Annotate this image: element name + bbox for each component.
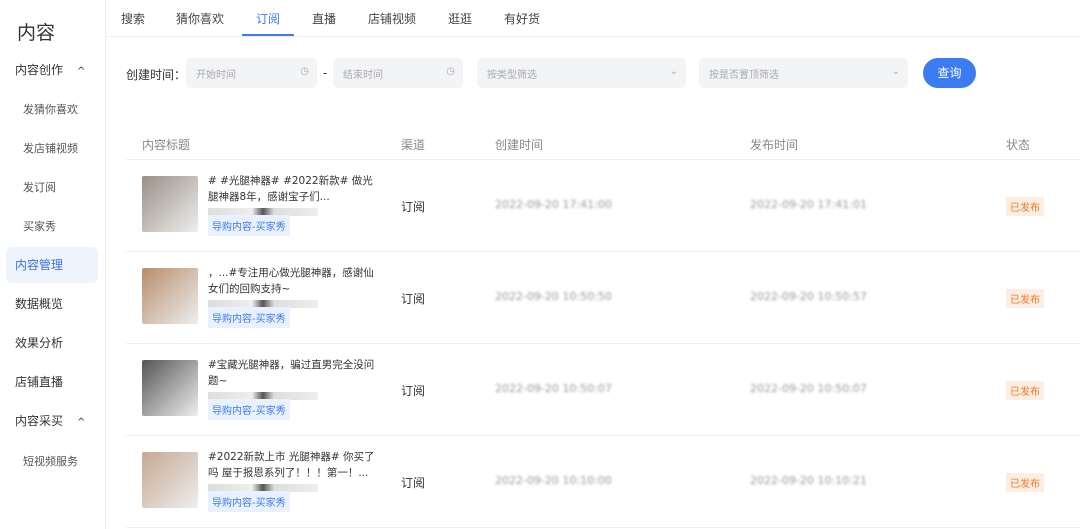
- header-published: 发布时间: [750, 138, 799, 152]
- content-type-tag: 导购内容-买家秀: [208, 399, 290, 420]
- sidebar-item-effect-analysis[interactable]: 效果分析: [6, 325, 98, 361]
- table-row[interactable]: #2022新款上市 光腿神器# 你买了吗 屋于报恩系列了！！！第一！... 导购…: [126, 436, 1080, 526]
- published-time: 2022-09-20 17:41:01: [750, 198, 867, 211]
- table-row[interactable]: #宝藏光腿神器，骗过直男完全没问题~ 导购内容-买家秀 订阅 2022-09-2…: [126, 344, 1080, 434]
- content-title[interactable]: #2022新款上市 光腿神器# 你买了吗 屋于报恩系列了！！！第一！...: [208, 449, 378, 492]
- content-thumbnail[interactable]: [142, 176, 198, 232]
- tab-search[interactable]: 搜索: [121, 10, 145, 27]
- tab-guess-like[interactable]: 猜你喜欢: [176, 10, 224, 27]
- status-badge: 已发布: [1006, 197, 1044, 216]
- published-time: 2022-09-20 10:50:07: [750, 382, 867, 395]
- sidebar-item-shop-live[interactable]: 店铺直播: [6, 364, 98, 400]
- title-text: #宝藏光腿神器，骗过直男完全没问题~: [208, 359, 375, 387]
- sidebar-item-content-management[interactable]: 内容管理: [6, 247, 98, 283]
- clock-icon: ◷: [446, 66, 455, 77]
- pinned-filter-select[interactable]: 按是否置顶筛选 ⌄: [699, 58, 908, 88]
- type-filter-select[interactable]: 按类型筛选 ⌄: [477, 58, 686, 88]
- content-type-tag: 导购内容-买家秀: [208, 491, 290, 512]
- content-type-tag: 导购内容-买家秀: [208, 307, 290, 328]
- sidebar-item-guess-like[interactable]: 发猜你喜欢: [6, 92, 98, 128]
- header-title: 内容标题: [142, 138, 191, 152]
- tab-bar: 搜索 猜你喜欢 订阅 直播 店铺视频 逛逛 有好货: [106, 0, 1080, 37]
- created-time: 2022-09-20 10:10:00: [495, 474, 612, 487]
- created-time: 2022-09-20 17:41:00: [495, 198, 612, 211]
- content-thumbnail[interactable]: [142, 268, 198, 324]
- created-time: 2022-09-20 10:50:07: [495, 382, 612, 395]
- sidebar: 内容 内容创作 ^ 发猜你喜欢 发店铺视频 发订阅 买家秀 内容管理 数据概览 效…: [0, 0, 106, 529]
- content-thumbnail[interactable]: [142, 360, 198, 416]
- status-badge: 已发布: [1006, 289, 1044, 308]
- tab-live[interactable]: 直播: [312, 10, 336, 27]
- status-badge: 已发布: [1006, 473, 1044, 492]
- query-button[interactable]: 查询: [923, 58, 976, 88]
- tab-shop-video[interactable]: 店铺视频: [368, 10, 416, 27]
- tab-stroll[interactable]: 逛逛: [448, 10, 472, 27]
- end-time-input[interactable]: 结束时间 ◷: [333, 58, 463, 88]
- sidebar-item-content-creation[interactable]: 内容创作 ^: [6, 52, 98, 88]
- created-time: 2022-09-20 10:50:50: [495, 290, 612, 303]
- channel: 订阅: [401, 200, 426, 214]
- published-time: 2022-09-20 10:10:21: [750, 474, 867, 487]
- placeholder: 结束时间: [343, 70, 383, 81]
- title-text: # #光腿神器# #2022新款# 做光腿神器8年，感谢宝子们...: [208, 175, 373, 203]
- table-row[interactable]: ，...#专注用心做光腿神器，感谢仙女们的回购支持~ 导购内容-买家秀 订阅 2…: [126, 252, 1080, 342]
- clock-icon: ◷: [300, 66, 309, 77]
- placeholder: 按类型筛选: [487, 70, 537, 81]
- created-time-label: 创建时间：: [126, 68, 187, 82]
- divider: [126, 527, 1080, 528]
- header-channel: 渠道: [401, 138, 426, 152]
- chevron-down-icon: ⌄: [891, 66, 900, 77]
- chevron-down-icon: ⌄: [669, 66, 678, 77]
- content-title[interactable]: #宝藏光腿神器，骗过直男完全没问题~: [208, 357, 378, 400]
- header-created: 创建时间: [495, 138, 544, 152]
- content-title[interactable]: # #光腿神器# #2022新款# 做光腿神器8年，感谢宝子们...: [208, 173, 378, 216]
- chevron-up-icon: ^: [77, 417, 86, 428]
- title-text: ，...#专注用心做光腿神器，感谢仙女们的回购支持~: [208, 267, 374, 295]
- title-text: #2022新款上市 光腿神器# 你买了吗 屋于报恩系列了！！！第一！...: [208, 451, 375, 479]
- label: 内容采买: [15, 414, 64, 428]
- start-time-input[interactable]: 开始时间 ◷: [186, 58, 317, 88]
- table-row[interactable]: # #光腿神器# #2022新款# 做光腿神器8年，感谢宝子们... 导购内容-…: [126, 160, 1080, 250]
- chevron-up-icon: ^: [77, 66, 86, 77]
- status-badge: 已发布: [1006, 381, 1044, 400]
- sidebar-item-shop-video[interactable]: 发店铺视频: [6, 131, 98, 167]
- tab-subscribe[interactable]: 订阅: [241, 10, 295, 36]
- content-title[interactable]: ，...#专注用心做光腿神器，感谢仙女们的回购支持~: [208, 265, 378, 308]
- channel: 订阅: [401, 292, 426, 306]
- placeholder: 开始时间: [196, 70, 236, 81]
- label: 内容创作: [15, 63, 64, 77]
- content-type-tag: 导购内容-买家秀: [208, 215, 290, 236]
- header-status: 状态: [1006, 138, 1031, 152]
- brand-title: 内容: [17, 22, 56, 44]
- sidebar-item-subscribe[interactable]: 发订阅: [6, 170, 98, 206]
- range-separator: -: [323, 66, 328, 80]
- published-time: 2022-09-20 10:50:57: [750, 290, 867, 303]
- channel: 订阅: [401, 384, 426, 398]
- placeholder: 按是否置顶筛选: [709, 70, 779, 81]
- tab-good-goods[interactable]: 有好货: [504, 10, 540, 27]
- sidebar-item-content-purchase[interactable]: 内容采买 ^: [6, 403, 98, 439]
- channel: 订阅: [401, 476, 426, 490]
- sidebar-item-short-video-service[interactable]: 短视频服务: [6, 444, 98, 480]
- content-thumbnail[interactable]: [142, 452, 198, 508]
- sidebar-item-data-overview[interactable]: 数据概览: [6, 286, 98, 322]
- sidebar-item-buyer-show[interactable]: 买家秀: [6, 209, 98, 245]
